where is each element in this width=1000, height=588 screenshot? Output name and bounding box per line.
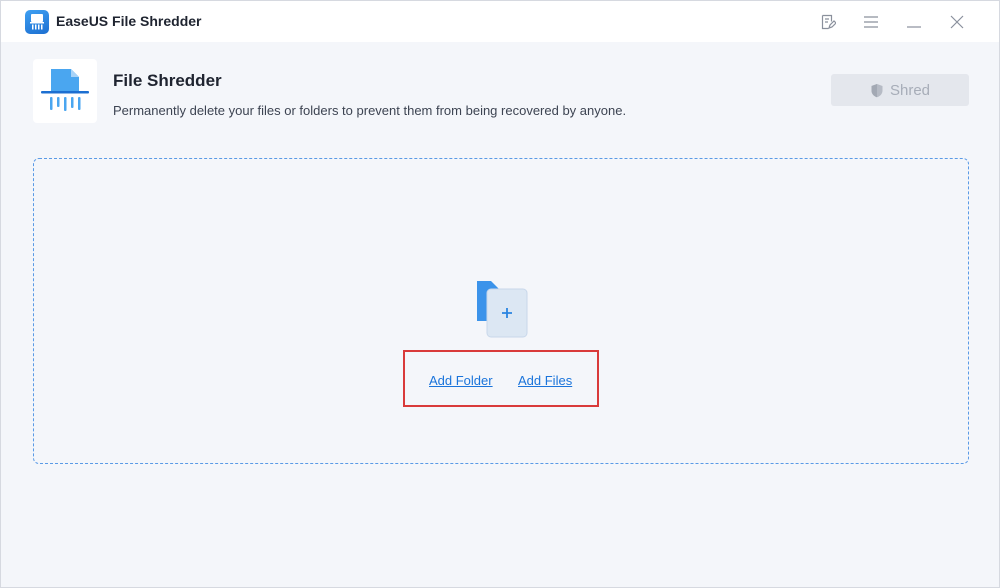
add-folder-link[interactable]: Add Folder (429, 373, 493, 388)
add-files-icon[interactable] (473, 279, 529, 339)
shred-button-label: Shred (889, 81, 931, 99)
close-button[interactable] (944, 9, 970, 35)
file-shredder-icon (33, 59, 97, 123)
minimize-button[interactable] (901, 9, 927, 35)
menu-icon (864, 16, 878, 28)
close-icon (950, 15, 964, 29)
shield-icon (871, 83, 883, 97)
page-title: File Shredder (113, 71, 222, 90)
app-logo-icon (25, 10, 49, 34)
shred-button[interactable]: Shred (831, 74, 969, 106)
app-window: EaseUS File Shredder File Shredder Perma… (0, 0, 1000, 588)
app-title: EaseUS File Shredder (56, 13, 202, 29)
add-files-link[interactable]: Add Files (518, 373, 572, 388)
feedback-icon (821, 14, 836, 30)
menu-button[interactable] (858, 9, 884, 35)
feedback-button[interactable] (815, 9, 841, 35)
minimize-icon (907, 26, 921, 28)
title-bar: EaseUS File Shredder (1, 1, 999, 42)
page-description: Permanently delete your files or folders… (113, 103, 627, 118)
